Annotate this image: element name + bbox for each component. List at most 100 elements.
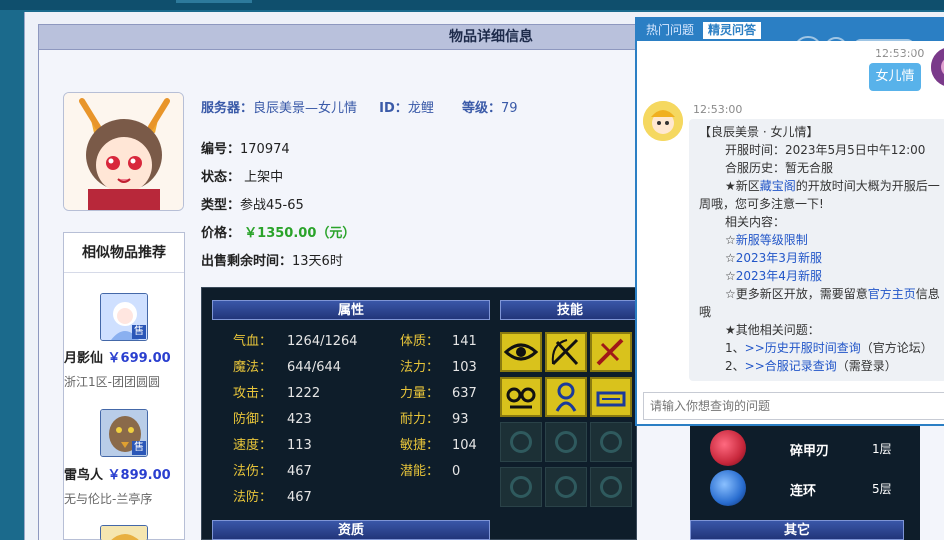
question-row: 1、>>历史开服时间查询（官方论坛）: [699, 339, 943, 357]
link-merge-record[interactable]: >>合服记录查询: [745, 359, 837, 373]
id-label: ID：: [379, 101, 408, 116]
stat-value: 423: [287, 412, 312, 427]
similar-item-price: ￥699.00: [107, 351, 171, 366]
nav-tab[interactable]: [176, 0, 252, 3]
answer-open-time: 开服时间：2023年5月5日中午12:00: [725, 143, 926, 157]
other-title: 其它: [690, 520, 904, 540]
blade-skill-icon[interactable]: [590, 332, 632, 372]
answer-text: 信息: [915, 287, 940, 301]
stat-label: 法力：: [400, 360, 440, 375]
empty-skill-slot-icon: [545, 467, 587, 507]
answer-note-cont: 周哦，您可多注意一下!: [699, 197, 824, 211]
item-avatar: [63, 92, 184, 211]
tab-spirit-qa[interactable]: 精灵问答: [703, 22, 762, 39]
spirit-avatar-icon: [643, 101, 683, 141]
bow-skill-icon[interactable]: [545, 332, 587, 372]
stat-row: 防御： 423: [233, 408, 312, 427]
status-label: 状态：: [201, 170, 241, 185]
related-row: ☆2023年3月新服: [699, 249, 943, 267]
stat-label: 力量：: [400, 386, 440, 401]
empty-skill-slot-icon: [500, 422, 542, 462]
stat-label: 法防：: [233, 490, 273, 505]
stat-label: 气血：: [233, 334, 273, 349]
stat-label: 敏捷：: [400, 438, 440, 453]
sale-tag: 售: [132, 441, 146, 455]
empty-skill-slot-icon: [545, 422, 587, 462]
similar-item-thumbnail[interactable]: 售: [100, 409, 148, 457]
list-item-level: 1层: [872, 442, 892, 456]
price-row: 价格： ￥1350.00（元）: [201, 222, 355, 241]
answer-related: 相关内容：: [725, 215, 786, 229]
figure-skill-icon[interactable]: [545, 377, 587, 417]
user-avatar-icon: [931, 47, 944, 87]
link-official-site[interactable]: 官方主页: [868, 287, 916, 301]
status-value: 上架中: [244, 170, 284, 185]
stat-label: 法伤：: [233, 464, 273, 479]
similar-item-name[interactable]: 月影仙 ￥699.00: [64, 347, 184, 366]
similar-item-name[interactable]: 雷鸟人 ￥899.00: [64, 464, 184, 483]
watermark-logo-icon: [795, 36, 915, 58]
price-value: ￥1350.00（元）: [244, 226, 356, 241]
stat-value: 1222: [287, 386, 321, 401]
chat-popup: 热门问题 精灵问答 12:53:00 女儿情 12:53:00 【良辰美景 · …: [635, 17, 944, 426]
stat-row: 体质： 141: [400, 330, 477, 349]
stat-row: 攻击： 1222: [233, 382, 320, 401]
similar-item-title[interactable]: 月影仙: [64, 351, 103, 366]
link-march-servers[interactable]: 2023年3月新服: [736, 251, 822, 265]
skills-title: 技能: [500, 300, 640, 320]
remaining-value: 13天6时: [292, 254, 343, 269]
id-value: 龙鲤: [407, 101, 434, 116]
remaining-row: 出售剩余时间：13天6时: [201, 250, 343, 269]
link-april-servers[interactable]: 2023年4月新服: [736, 269, 822, 283]
similar-item-title[interactable]: 雷鸟人: [64, 468, 103, 483]
similar-item-thumbnail[interactable]: 售: [100, 293, 148, 341]
attributes-title: 属性: [212, 300, 490, 320]
partial-thumbnail-icon: [101, 526, 147, 540]
stat-row: 速度： 113: [233, 434, 312, 453]
stat-label: 攻击：: [233, 386, 273, 401]
similar-item-price: ￥899.00: [107, 468, 171, 483]
other-questions: ★其他相关问题：: [725, 323, 820, 337]
server-label: 服务器：: [201, 101, 254, 116]
list-item-level: 5层: [872, 482, 892, 496]
stat-row: 耐力： 93: [400, 408, 469, 427]
number-row: 编号：170974: [201, 138, 290, 157]
stat-value: 113: [287, 438, 312, 453]
price-label: 价格：: [201, 226, 241, 241]
answer-note: ★新区藏宝阁的开放时间大概为开服后一: [699, 177, 943, 195]
bot-avatar: [643, 101, 683, 141]
link-new-server-level[interactable]: 新服等级限制: [736, 233, 808, 247]
owl-skill-icon[interactable]: [500, 377, 542, 417]
item-meta-row: 服务器：良辰美景—女儿情 ID：龙鲤 等级：79: [201, 97, 518, 116]
type-label: 类型：: [201, 198, 241, 213]
equip-list: 碎甲刃 1层 连环 5层 其它: [690, 424, 920, 540]
star-icon: ☆: [725, 233, 736, 247]
server-value: 良辰美景—女儿情: [253, 101, 358, 116]
stat-label: 防御：: [233, 412, 273, 427]
stat-value: 104: [452, 438, 477, 453]
similar-item-thumbnail[interactable]: [100, 525, 148, 540]
answer-text: （需登录）: [836, 359, 897, 373]
answer-text: （官方论坛）: [860, 341, 933, 355]
stat-label: 耐力：: [400, 412, 440, 427]
stat-label: 体质：: [400, 334, 440, 349]
list-item[interactable]: 碎甲刃 1层: [690, 428, 920, 468]
type-row: 类型：参战45-65: [201, 194, 304, 213]
list-item[interactable]: 连环 5层: [690, 468, 920, 508]
type-value: 参战45-65: [240, 198, 304, 213]
level-label: 等级：: [461, 101, 501, 116]
chest-skill-icon[interactable]: [590, 377, 632, 417]
treasure-link[interactable]: 藏宝阁: [760, 179, 796, 193]
related-row: ☆2023年4月新服: [699, 267, 943, 285]
star-icon: ☆: [725, 269, 736, 283]
top-nav-bar: [0, 0, 944, 10]
link-open-history[interactable]: >>历史开服时间查询: [745, 341, 861, 355]
tab-hot-questions[interactable]: 热门问题: [641, 22, 699, 39]
similar-item-server: 浙江1区-团团圆圆: [64, 375, 160, 389]
similar-title: 相似物品推荐: [64, 233, 184, 273]
bot-answer: 【良辰美景 · 女儿情】 开服时间：2023年5月5日中午12:00 合服历史：…: [689, 119, 944, 381]
eye-skill-icon[interactable]: [500, 332, 542, 372]
stat-row: 气血： 1264/1264: [233, 330, 358, 349]
question-input[interactable]: [643, 392, 944, 420]
answer-text: 2、: [725, 359, 745, 373]
